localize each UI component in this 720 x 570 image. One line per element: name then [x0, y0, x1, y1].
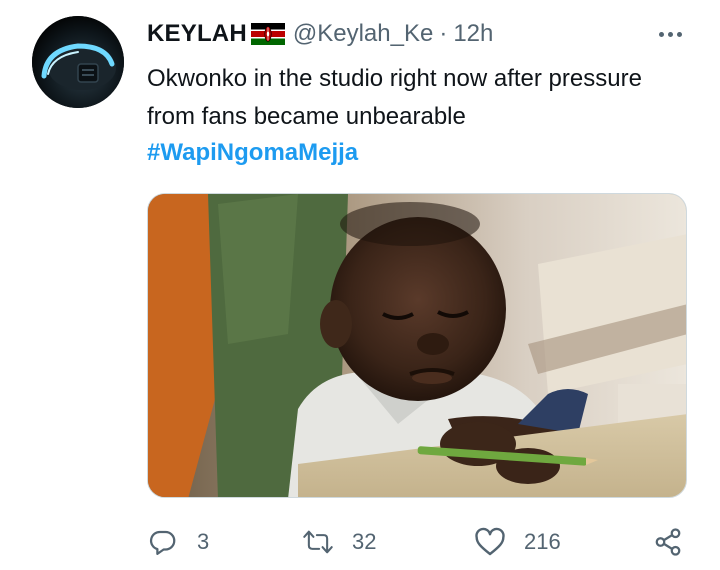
tweet-photo[interactable] [147, 193, 687, 498]
kenya-flag-icon [250, 23, 285, 45]
hashtag-link[interactable]: #WapiNgomaMejja [147, 134, 358, 172]
like-count: 216 [524, 529, 561, 554]
handle[interactable]: @Keylah_Ke [293, 20, 433, 48]
tweet[interactable]: KEYLAH @Keylah_Ke · 12h Okwonko in the s… [0, 0, 720, 570]
tweet-header: KEYLAH @Keylah_Ke · 12h [147, 18, 493, 50]
more-horizontal-icon [658, 31, 664, 37]
separator-dot: · [439, 20, 448, 47]
avatar[interactable] [32, 16, 124, 108]
retweet-button[interactable]: 32 [302, 520, 376, 564]
retweet-count: 32 [352, 529, 377, 554]
more-options-button[interactable] [652, 20, 688, 48]
tweet-actions: 3 32 216 [147, 520, 692, 564]
share-button[interactable] [652, 520, 684, 564]
avatar-image [32, 16, 124, 108]
share-icon [652, 526, 684, 558]
like-button[interactable]: 216 [474, 520, 561, 564]
photo-image [148, 194, 686, 497]
display-name[interactable]: KEYLAH [147, 20, 247, 48]
heart-icon [474, 526, 506, 558]
reply-button[interactable]: 3 [147, 520, 209, 564]
tweet-text: Okwonko in the studio right now after pr… [147, 65, 642, 130]
more-horizontal-icon-dot [676, 31, 682, 37]
timestamp[interactable]: 12h [453, 20, 493, 48]
retweet-icon [302, 526, 334, 558]
reply-icon [147, 526, 179, 558]
more-horizontal-icon-dot [667, 31, 673, 37]
reply-count: 3 [197, 529, 210, 554]
